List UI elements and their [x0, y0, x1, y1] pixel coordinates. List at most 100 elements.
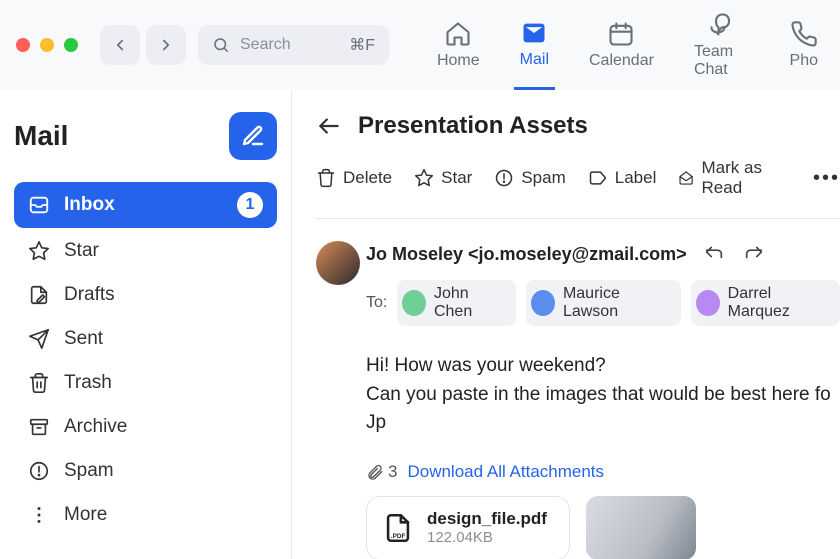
maximize-window-button[interactable]: [64, 38, 78, 52]
tab-mail[interactable]: Mail: [514, 0, 555, 90]
spam-button[interactable]: Spam: [494, 168, 565, 188]
arrow-left-icon: [316, 113, 342, 139]
recipient-name: John Chen: [434, 285, 504, 321]
tab-home[interactable]: Home: [431, 0, 486, 90]
message-pane: Presentation Assets Delete Star Spam Lab…: [292, 90, 840, 559]
more-actions-button[interactable]: •••: [813, 167, 840, 190]
folder-label: Drafts: [64, 284, 263, 306]
mark-read-button[interactable]: Mark as Read: [678, 158, 787, 198]
folder-label: Trash: [64, 372, 263, 394]
history-nav: [100, 25, 186, 65]
forward-button[interactable]: [743, 241, 765, 268]
toolbar-label: Star: [441, 168, 472, 188]
folder-sent[interactable]: Sent: [14, 318, 277, 360]
attachment-thumbnail[interactable]: [586, 496, 696, 559]
app-tabs: Home Mail Calendar Team Chat Pho: [431, 0, 824, 90]
tab-phone[interactable]: Pho: [784, 0, 824, 90]
recipient-chip[interactable]: John Chen: [397, 280, 516, 326]
compose-button[interactable]: [229, 112, 277, 160]
avatar: [402, 290, 426, 316]
tab-calendar[interactable]: Calendar: [583, 0, 660, 90]
star-button[interactable]: Star: [414, 168, 472, 188]
folder-trash[interactable]: Trash: [14, 362, 277, 404]
inbox-icon: [28, 194, 50, 216]
sender-display: Jo Moseley <jo.moseley@zmail.com>: [366, 244, 687, 265]
forward-button[interactable]: [146, 25, 186, 65]
attachment-count: 3: [366, 462, 397, 482]
archive-icon: [28, 416, 50, 438]
delete-button[interactable]: Delete: [316, 168, 392, 188]
window-controls: [16, 38, 78, 52]
trash-icon: [28, 372, 50, 394]
star-icon: [414, 168, 434, 188]
trash-icon: [316, 168, 336, 188]
recipient-chip[interactable]: Darrel Marquez: [691, 280, 840, 326]
toolbar-label: Mark as Read: [702, 158, 787, 198]
folder-label: Star: [64, 240, 263, 262]
svg-text:.PDF: .PDF: [391, 532, 406, 539]
home-icon: [444, 20, 472, 48]
folder-label: Archive: [64, 416, 263, 438]
recipient-name: Darrel Marquez: [728, 285, 828, 321]
to-label: To:: [366, 294, 387, 312]
message-subject: Presentation Assets: [358, 112, 588, 140]
tab-label: Calendar: [589, 52, 654, 70]
toolbar-label: Spam: [521, 168, 565, 188]
toolbar-label: Label: [615, 168, 657, 188]
paperclip-icon: [366, 463, 384, 481]
back-to-list-button[interactable]: [316, 113, 342, 139]
folder-inbox[interactable]: Inbox 1: [14, 182, 277, 228]
tab-label: Home: [437, 52, 480, 70]
forward-icon: [743, 241, 765, 263]
back-button[interactable]: [100, 25, 140, 65]
drafts-icon: [28, 284, 50, 306]
download-all-link[interactable]: Download All Attachments: [407, 462, 604, 482]
reply-button[interactable]: [703, 241, 725, 268]
file-name: design_file.pdf: [427, 509, 547, 529]
chevron-left-icon: [111, 36, 129, 54]
recipient-name: Maurice Lawson: [563, 285, 669, 321]
more-icon: [28, 504, 50, 526]
label-button[interactable]: Label: [588, 168, 657, 188]
folder-label: Sent: [64, 328, 263, 350]
folder-drafts[interactable]: Drafts: [14, 274, 277, 316]
divider: [316, 218, 840, 219]
tab-label: Pho: [790, 52, 818, 70]
topbar: Search ⌘F Home Mail Calendar Team Chat P…: [0, 0, 840, 90]
folder-star[interactable]: Star: [14, 230, 277, 272]
text-line: Jp: [366, 409, 840, 438]
folder-more[interactable]: More: [14, 494, 277, 536]
avatar: [696, 290, 720, 316]
sender-avatar[interactable]: [316, 241, 360, 285]
tab-team-chat[interactable]: Team Chat: [688, 0, 756, 90]
minimize-window-button[interactable]: [40, 38, 54, 52]
message-toolbar: Delete Star Spam Label Mark as Read •••: [316, 158, 840, 198]
search-icon: [212, 36, 230, 54]
mail-icon: [520, 19, 548, 47]
search-placeholder: Search: [240, 36, 339, 54]
mail-open-icon: [678, 168, 694, 188]
message-text: Hi! How was your weekend? Can you paste …: [366, 352, 840, 438]
compose-icon: [241, 124, 265, 148]
tab-label: Team Chat: [694, 43, 750, 79]
file-size: 122.04KB: [427, 529, 547, 546]
folder-spam[interactable]: Spam: [14, 450, 277, 492]
folder-label: Spam: [64, 460, 263, 482]
search-shortcut: ⌘F: [349, 35, 375, 55]
toolbar-label: Delete: [343, 168, 392, 188]
folder-label: Inbox: [64, 194, 223, 216]
text-line: Can you paste in the images that would b…: [366, 381, 840, 410]
spam-icon: [28, 460, 50, 482]
folder-archive[interactable]: Archive: [14, 406, 277, 448]
tab-label: Mail: [520, 51, 549, 69]
label-icon: [588, 168, 608, 188]
sidebar: Mail Inbox 1 Star Drafts Sent Trash: [0, 90, 292, 559]
attachment-file[interactable]: .PDF design_file.pdf 122.04KB: [366, 496, 570, 559]
inbox-badge: 1: [237, 192, 263, 218]
star-icon: [28, 240, 50, 262]
close-window-button[interactable]: [16, 38, 30, 52]
search-input[interactable]: Search ⌘F: [198, 25, 389, 65]
recipient-chip[interactable]: Maurice Lawson: [526, 280, 681, 326]
attachment-count-value: 3: [388, 462, 397, 482]
calendar-icon: [607, 20, 635, 48]
